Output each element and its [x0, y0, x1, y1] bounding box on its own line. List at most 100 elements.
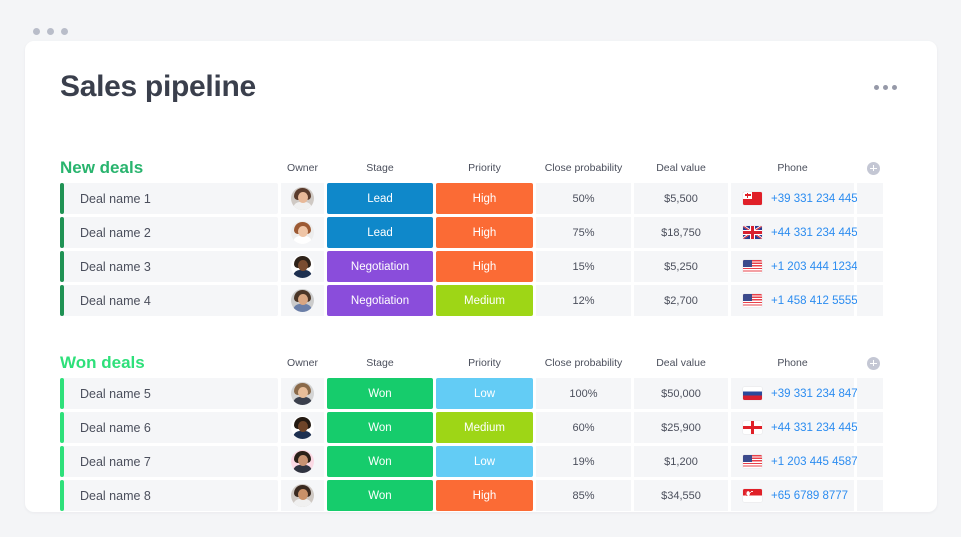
- phone-cell[interactable]: +44 331 234 4456: [731, 412, 864, 443]
- phone-cell[interactable]: +1 203 445 4587: [731, 446, 858, 477]
- row-accent-bar: [60, 251, 64, 282]
- priority-chip[interactable]: High: [436, 251, 533, 282]
- plus-circle-icon[interactable]: [867, 356, 880, 370]
- priority-chip[interactable]: High: [436, 183, 533, 214]
- avatar-man-2: [291, 289, 314, 312]
- column-header-owner[interactable]: Owner: [281, 352, 324, 374]
- owner-cell[interactable]: [281, 183, 324, 214]
- priority-label: Medium: [464, 294, 505, 307]
- close-probability-cell[interactable]: 75%: [536, 217, 631, 248]
- table-row[interactable]: Deal name 7 Won Low 19% $1,200 +1 203 445 458…: [60, 446, 915, 477]
- deal-name-cell[interactable]: Deal name 7: [60, 446, 278, 477]
- owner-cell[interactable]: [281, 378, 324, 409]
- stage-chip[interactable]: Lead: [327, 217, 433, 248]
- deal-value-cell[interactable]: $50,000: [634, 378, 728, 409]
- deal-value-cell[interactable]: $5,500: [634, 183, 728, 214]
- close-probability-value: 12%: [572, 294, 595, 307]
- phone-number-link[interactable]: +39 331 234 4456: [771, 193, 864, 205]
- priority-chip[interactable]: Medium: [436, 412, 533, 443]
- table-row[interactable]: Deal name 1 Lead High 50% $5,500 +39 331 234 …: [60, 183, 915, 214]
- owner-cell[interactable]: [281, 285, 324, 316]
- stage-chip[interactable]: Won: [327, 480, 433, 511]
- stage-chip[interactable]: Negotiation: [327, 285, 433, 316]
- phone-cell[interactable]: +1 458 412 5555: [731, 285, 858, 316]
- phone-number-link[interactable]: +44 331 234 4456: [771, 422, 864, 434]
- close-probability-cell[interactable]: 15%: [536, 251, 631, 282]
- owner-cell[interactable]: [281, 446, 324, 477]
- united-states-flag: [743, 260, 762, 273]
- phone-number-link[interactable]: +1 203 445 4587: [771, 456, 858, 468]
- table-row[interactable]: Deal name 4 Negotiation Medium 12% $2,700 +1 …: [60, 285, 915, 316]
- priority-chip[interactable]: Low: [436, 378, 533, 409]
- column-header-close-probability[interactable]: Close probability: [536, 352, 631, 374]
- deal-name-cell[interactable]: Deal name 4: [60, 285, 278, 316]
- stage-label: Won: [368, 421, 392, 434]
- column-header-deal-value[interactable]: Deal value: [634, 157, 728, 179]
- column-header-stage[interactable]: Stage: [327, 157, 433, 179]
- deal-value-cell[interactable]: $5,250: [634, 251, 728, 282]
- phone-cell[interactable]: +1 203 444 1234: [731, 251, 858, 282]
- column-header-close-probability[interactable]: Close probability: [536, 157, 631, 179]
- plus-circle-icon[interactable]: [867, 161, 880, 175]
- phone-cell[interactable]: +39 331 234 8478: [731, 378, 864, 409]
- phone-number-link[interactable]: +39 331 234 8478: [771, 388, 864, 400]
- column-header-stage[interactable]: Stage: [327, 352, 433, 374]
- deal-value-cell[interactable]: $2,700: [634, 285, 728, 316]
- kebab-menu-icon[interactable]: [870, 81, 901, 94]
- deal-value-cell[interactable]: $25,900: [634, 412, 728, 443]
- owner-cell[interactable]: [281, 251, 324, 282]
- deal-value-cell[interactable]: $18,750: [634, 217, 728, 248]
- stage-chip[interactable]: Won: [327, 378, 433, 409]
- priority-chip[interactable]: High: [436, 217, 533, 248]
- phone-number-link[interactable]: +65 6789 8777: [771, 490, 848, 502]
- phone-number-link[interactable]: +1 203 444 1234: [771, 261, 858, 273]
- phone-cell[interactable]: +65 6789 8777: [731, 480, 854, 511]
- stage-label: Negotiation: [350, 260, 410, 273]
- table-row[interactable]: Deal name 2 Lead High 75% $18,750 +44 331 234…: [60, 217, 915, 248]
- deal-value-cell[interactable]: $1,200: [634, 446, 728, 477]
- deal-name-cell[interactable]: Deal name 8: [60, 480, 278, 511]
- avatar-body: [293, 397, 312, 405]
- priority-chip[interactable]: High: [436, 480, 533, 511]
- column-header-phone[interactable]: Phone: [731, 157, 854, 179]
- deal-name-cell[interactable]: Deal name 5: [60, 378, 278, 409]
- close-probability-cell[interactable]: 100%: [536, 378, 631, 409]
- column-header-priority[interactable]: Priority: [436, 157, 533, 179]
- avatar-face: [297, 454, 308, 466]
- table-row[interactable]: Deal name 6 Won Medium 60% $25,900 +44 331 23…: [60, 412, 915, 443]
- close-probability-cell[interactable]: 19%: [536, 446, 631, 477]
- stage-chip[interactable]: Negotiation: [327, 251, 433, 282]
- close-probability-cell[interactable]: 50%: [536, 183, 631, 214]
- owner-cell[interactable]: [281, 480, 324, 511]
- deal-name-cell[interactable]: Deal name 3: [60, 251, 278, 282]
- stage-chip[interactable]: Won: [327, 412, 433, 443]
- close-probability-cell[interactable]: 60%: [536, 412, 631, 443]
- priority-chip[interactable]: Low: [436, 446, 533, 477]
- table-row[interactable]: Deal name 3 Negotiation High 15% $5,250 +1 20…: [60, 251, 915, 282]
- column-header-deal-value[interactable]: Deal value: [634, 352, 728, 374]
- phone-cell[interactable]: +44 331 234 4456: [731, 217, 864, 248]
- phone-cell[interactable]: +39 331 234 4456: [731, 183, 864, 214]
- table-row[interactable]: Deal name 5 Won Low 100% $50,000 +39 331 234 …: [60, 378, 915, 409]
- deal-name-cell[interactable]: Deal name 6: [60, 412, 278, 443]
- deal-value-amount: $50,000: [661, 387, 701, 400]
- stage-chip[interactable]: Lead: [327, 183, 433, 214]
- column-header-priority[interactable]: Priority: [436, 352, 533, 374]
- phone-number-link[interactable]: +1 458 412 5555: [771, 295, 858, 307]
- stage-chip[interactable]: Won: [327, 446, 433, 477]
- table-row[interactable]: Deal name 8 Won High 85% $34,550 +65 6789 877…: [60, 480, 915, 511]
- deal-value-amount: $5,500: [664, 192, 698, 205]
- priority-chip[interactable]: Medium: [436, 285, 533, 316]
- deal-value-cell[interactable]: $34,550: [634, 480, 728, 511]
- phone-number-link[interactable]: +44 331 234 4456: [771, 227, 864, 239]
- close-probability-cell[interactable]: 12%: [536, 285, 631, 316]
- united-states-flag: [743, 294, 762, 307]
- owner-cell[interactable]: [281, 217, 324, 248]
- deal-name-cell[interactable]: Deal name 1: [60, 183, 278, 214]
- column-header-phone[interactable]: Phone: [731, 352, 854, 374]
- owner-cell[interactable]: [281, 412, 324, 443]
- deal-name-cell[interactable]: Deal name 2: [60, 217, 278, 248]
- close-probability-cell[interactable]: 85%: [536, 480, 631, 511]
- close-probability-value: 75%: [572, 226, 595, 239]
- column-header-owner[interactable]: Owner: [281, 157, 324, 179]
